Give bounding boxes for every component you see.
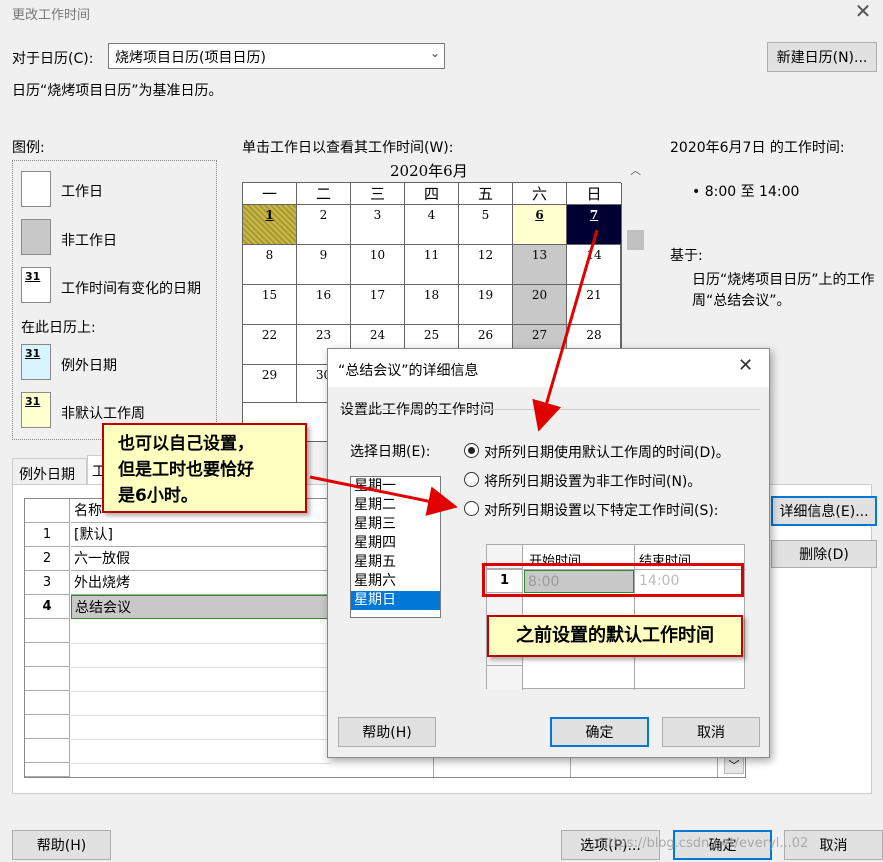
arrow-to-default-option	[532, 229, 599, 432]
arrow-to-specific-option	[309, 475, 458, 516]
annotation-arrows	[309, 229, 599, 516]
